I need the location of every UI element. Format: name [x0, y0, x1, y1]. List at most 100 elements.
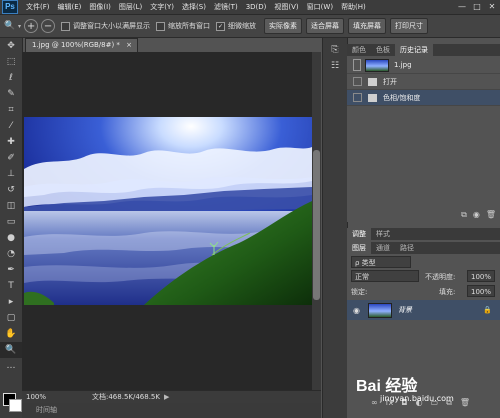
blur-tool-icon[interactable]: ●	[0, 230, 22, 246]
crop-tool-icon[interactable]: ⌗	[0, 102, 22, 118]
baidu-watermark-url: jingyan.baidu.com	[380, 394, 454, 403]
opacity-label: 不透明度:	[425, 273, 456, 281]
history-snapshot[interactable]: 1.jpg	[347, 57, 500, 74]
shape-tool-icon[interactable]: ▢	[0, 310, 22, 326]
menu-window[interactable]: 窗口(W)	[307, 2, 333, 12]
actual-pixels-button[interactable]: 实际像素	[264, 18, 303, 34]
marquee-tool-icon[interactable]: ⬚	[0, 54, 22, 70]
zoom-out-icon[interactable]: −	[41, 19, 56, 33]
menu-filter[interactable]: 滤镜(T)	[214, 2, 238, 12]
gradient-tool-icon[interactable]: ▭	[0, 214, 22, 230]
tab-styles[interactable]: 样式	[371, 228, 395, 240]
snapshot-thumbnail	[365, 58, 389, 72]
zoom-tool-preset-icon[interactable]: 🔍	[2, 18, 18, 34]
camera-icon[interactable]: ◉	[473, 210, 480, 220]
menu-file[interactable]: 文件(F)	[26, 2, 50, 12]
quick-select-tool-icon[interactable]: ✎	[0, 86, 22, 102]
menu-bar: Ps 文件(F) 编辑(E) 图像(I) 图层(L) 文字(Y) 选择(S) 滤…	[0, 0, 500, 15]
tab-channels[interactable]: 通道	[371, 242, 395, 254]
maximize-icon[interactable]: □	[471, 1, 483, 12]
snapshot-name: 1.jpg	[394, 61, 412, 69]
pen-tool-icon[interactable]: ✒	[0, 262, 22, 278]
brush-panel-icon[interactable]: ☷	[323, 58, 347, 74]
zoom-in-icon[interactable]: +	[24, 19, 39, 33]
zoom-level[interactable]: 100%	[26, 393, 62, 401]
lasso-tool-icon[interactable]: ℓ	[0, 70, 22, 86]
menu-type[interactable]: 文字(Y)	[150, 2, 174, 12]
clone-stamp-tool-icon[interactable]: ⊥	[0, 166, 22, 182]
menu-layer[interactable]: 图层(L)	[119, 2, 142, 12]
tab-layers[interactable]: 图层	[347, 242, 371, 254]
link-icon[interactable]: ∞	[371, 398, 378, 408]
path-select-tool-icon[interactable]: ▸	[0, 294, 22, 310]
menu-image[interactable]: 图像(I)	[89, 2, 111, 12]
print-size-button[interactable]: 打印尺寸	[390, 18, 429, 34]
history-item-open[interactable]: 打开	[347, 74, 500, 90]
tab-history[interactable]: 历史记录	[395, 44, 433, 56]
zoom-tool-icon[interactable]: 🔍	[0, 342, 22, 358]
background-color-swatch[interactable]	[9, 399, 22, 412]
checkbox-icon	[61, 21, 71, 31]
options-bar: 🔍 ▾ + − 调整窗口大小以满屏显示 缩放所有窗口 ✓ 细微缩放 实际像素 适合…	[0, 15, 500, 38]
zoom-all-checkbox[interactable]: 缩放所有窗口	[156, 21, 210, 31]
photoshop-logo: Ps	[2, 0, 18, 14]
minimize-icon[interactable]: —	[456, 1, 468, 12]
layer-filter-select[interactable]: ρ 类型	[351, 256, 411, 268]
document-icon	[368, 77, 377, 86]
panel-dock: ⎘ ☷	[322, 38, 348, 418]
healing-brush-tool-icon[interactable]: ✚	[0, 134, 22, 150]
trash-icon[interactable]: 🗑	[486, 210, 496, 220]
fill-input[interactable]: 100%	[467, 285, 495, 297]
menu-select[interactable]: 选择(S)	[182, 2, 206, 12]
eraser-tool-icon[interactable]: ◫	[0, 198, 22, 214]
history-panel-icon[interactable]: ⎘	[323, 42, 347, 58]
fill-label: 填充:	[439, 288, 456, 296]
move-tool-icon[interactable]: ✥	[0, 38, 22, 54]
tab-color[interactable]: 颜色	[347, 44, 371, 56]
scrollbar-thumb[interactable]	[313, 150, 320, 300]
layer-name: 背景	[397, 306, 412, 314]
chevron-down-icon[interactable]: ▾	[18, 23, 21, 30]
eyedropper-tool-icon[interactable]: ⁄	[0, 118, 22, 134]
menu-view[interactable]: 视图(V)	[274, 2, 298, 12]
menu-3d[interactable]: 3D(D)	[246, 3, 267, 11]
document-tab[interactable]: 1.jpg @ 100%(RGB/8#) * ×	[25, 38, 138, 52]
blend-mode-select[interactable]: 正常	[351, 270, 419, 282]
layer-row-background[interactable]: ◉ 背景 🔒	[347, 300, 500, 320]
brush-tool-icon[interactable]: ✐	[0, 150, 22, 166]
history-state-checkbox[interactable]	[353, 93, 362, 102]
scrubby-zoom-checkbox[interactable]: ✓ 细微缩放	[216, 21, 256, 31]
tab-swatches[interactable]: 色板	[371, 44, 395, 56]
history-brush-tool-icon[interactable]: ↺	[0, 182, 22, 198]
adjustments-tabs: 调整 样式	[347, 228, 500, 240]
baidu-watermark: Bai 经验	[356, 378, 418, 395]
history-item-hue-saturation[interactable]: 色相/饱和度	[347, 90, 500, 106]
status-menu-icon[interactable]: ▶	[164, 393, 169, 401]
tab-paths[interactable]: 路径	[395, 242, 419, 254]
document-size: 文档:468.5K/468.5K	[92, 393, 160, 401]
hand-tool-icon[interactable]: ✋	[0, 326, 22, 342]
opacity-input[interactable]: 100%	[467, 270, 495, 282]
trash-icon[interactable]: 🗑	[460, 398, 470, 408]
tab-adjustments[interactable]: 调整	[347, 228, 371, 240]
menu-help[interactable]: 帮助(H)	[341, 2, 366, 12]
close-tab-icon[interactable]: ×	[126, 41, 132, 49]
close-icon[interactable]: ✕	[486, 1, 498, 12]
document-image[interactable]	[24, 117, 312, 305]
history-panel-tabs: 颜色 色板 历史记录	[347, 44, 500, 56]
more-tools-icon[interactable]: …	[0, 358, 22, 374]
layers-tabs: 图层 通道 路径	[347, 242, 500, 254]
landscape-image	[24, 117, 312, 305]
eye-icon[interactable]: ◉	[353, 306, 360, 315]
new-document-icon[interactable]: ⧉	[461, 210, 467, 220]
dodge-tool-icon[interactable]: ◔	[0, 246, 22, 262]
timeline-tab[interactable]: 时间轴	[22, 403, 321, 418]
fill-screen-button[interactable]: 填充屏幕	[348, 18, 387, 34]
history-state-checkbox[interactable]	[353, 77, 362, 86]
history-footer: ⧉ ◉ 🗑	[461, 210, 496, 220]
menu-edit[interactable]: 编辑(E)	[58, 2, 82, 12]
resize-windows-checkbox[interactable]: 调整窗口大小以满屏显示	[61, 21, 150, 31]
layer-thumbnail	[367, 302, 392, 318]
type-tool-icon[interactable]: T	[0, 278, 22, 294]
fit-screen-button[interactable]: 适合屏幕	[306, 18, 345, 34]
